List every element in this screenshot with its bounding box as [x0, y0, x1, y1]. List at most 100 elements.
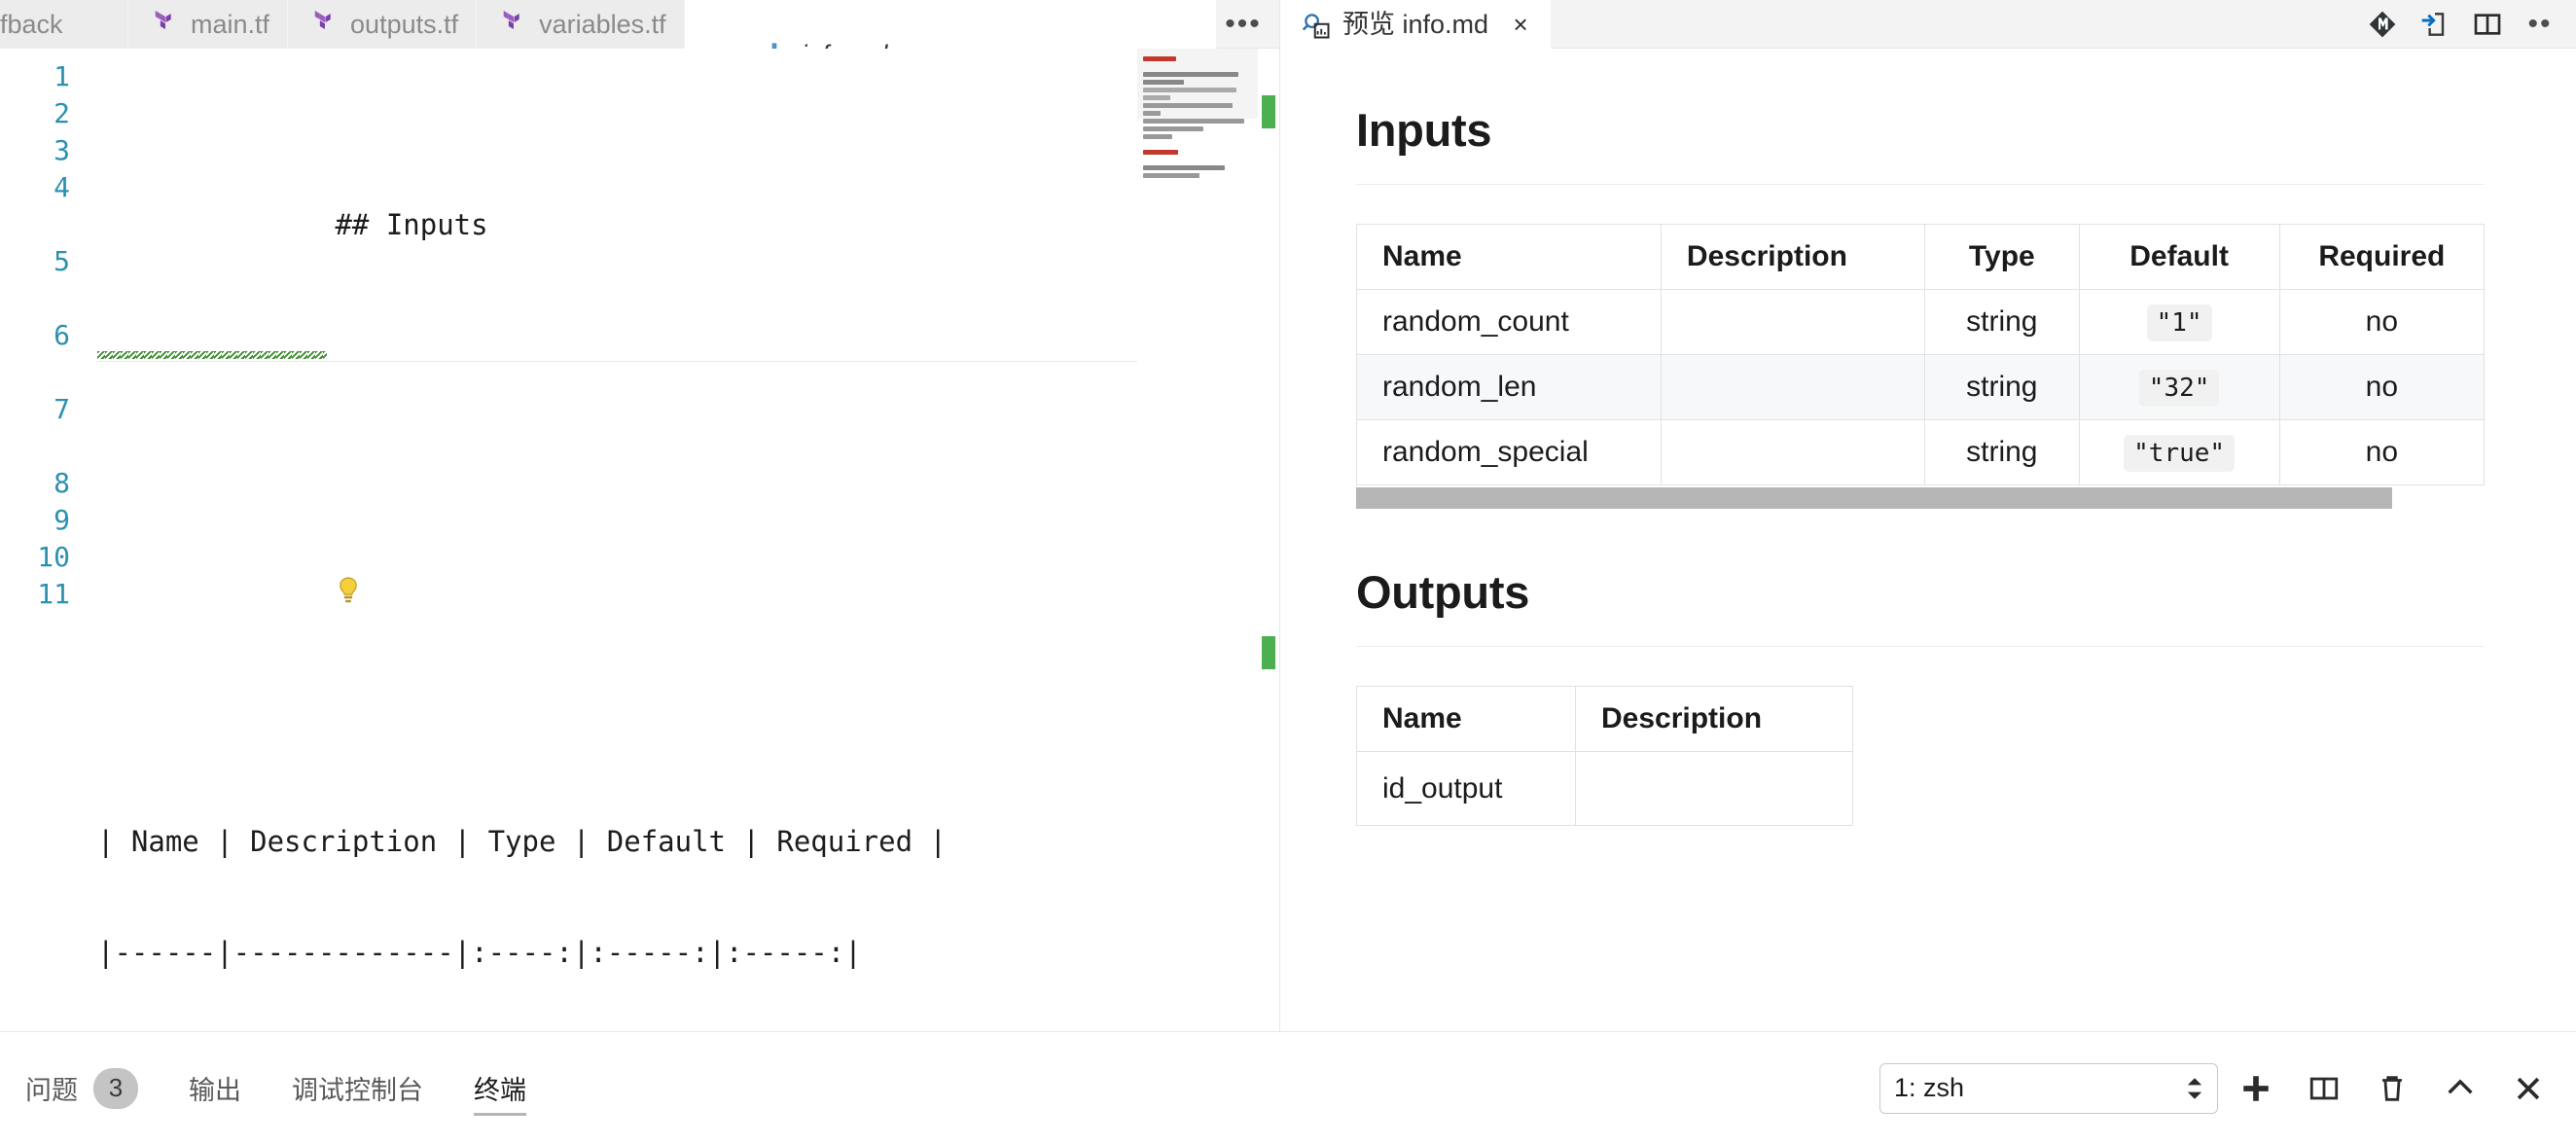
editor-area: fback main.tf outputs.tf variables.tf in… — [0, 0, 2576, 1031]
cell-name: random_special — [1356, 419, 1662, 485]
inputs-table: Name Description Type Default Required r… — [1356, 224, 2485, 485]
close-panel-icon[interactable] — [2498, 1058, 2558, 1119]
minimap-content — [1143, 56, 1248, 181]
editor-vertical-scrollbar[interactable] — [1258, 49, 1279, 1031]
column-header-type: Type — [1924, 224, 2080, 290]
editor-group-left: fback main.tf outputs.tf variables.tf in… — [0, 0, 1280, 1031]
inline-code: "1" — [2146, 304, 2212, 341]
code-line-heading-inputs: ## Inputs — [97, 169, 1137, 362]
column-header-name: Name — [1356, 224, 1662, 290]
terminal-select[interactable]: 1: zsh — [1879, 1062, 2218, 1114]
column-header-description: Description — [1575, 686, 1853, 752]
line-number: 4 — [54, 171, 70, 203]
new-terminal-icon[interactable] — [2226, 1058, 2286, 1119]
editor-tabbar: fback main.tf outputs.tf variables.tf in… — [0, 0, 1279, 54]
editor-decoration-marker — [1262, 636, 1275, 669]
cell-description — [1575, 751, 1853, 826]
minimap[interactable] — [1137, 49, 1258, 1031]
tab-fback[interactable]: fback — [0, 0, 128, 49]
panel-tab-problems[interactable]: 问题 3 — [0, 1032, 163, 1144]
open-to-the-side-icon[interactable] — [2409, 0, 2461, 49]
panel-tab-label: 调试控制台 — [292, 1076, 423, 1105]
code-lines[interactable]: ## Inputs | Name | Description | Type | … — [84, 49, 1137, 1031]
lightbulb-quickfix-icon[interactable] — [335, 502, 362, 603]
minimap-line — [1143, 134, 1172, 139]
line-number: 8 — [54, 467, 70, 499]
tab-preview-info-md[interactable]: 预览 info.md × — [1280, 0, 1553, 49]
tab-outputs-tf[interactable]: outputs.tf — [288, 0, 478, 49]
inline-code: "32" — [2138, 370, 2220, 407]
table-row: random_count string "1" no — [1356, 289, 2485, 355]
cell-default: "1" — [2078, 289, 2280, 355]
column-header-name: Name — [1356, 686, 1576, 752]
markdown-source-icon[interactable] — [2356, 0, 2409, 49]
minimap-line — [1143, 126, 1203, 131]
preview-icon — [1302, 11, 1330, 39]
cell-name: random_count — [1356, 289, 1662, 355]
tab-variables-tf[interactable]: variables.tf — [477, 0, 685, 49]
cell-required: no — [2278, 419, 2485, 485]
table-row: random_special string "true" no — [1356, 419, 2485, 485]
preview-heading-inputs: Inputs — [1356, 104, 1492, 156]
minimap-line — [1143, 88, 1236, 92]
heading-rule — [97, 361, 1137, 362]
outputs-table: Name Description id_output — [1356, 686, 1853, 826]
tab-label: fback — [0, 9, 63, 39]
inputs-table-horizontal-scrollbar[interactable] — [1356, 487, 2392, 509]
tab-label: main.tf — [191, 9, 270, 39]
close-icon[interactable]: × — [1508, 12, 1533, 37]
panel-tab-label: 终端 — [474, 1076, 526, 1105]
kill-terminal-icon[interactable] — [2362, 1058, 2422, 1119]
column-header-default: Default — [2078, 224, 2280, 290]
tab-info-md[interactable]: info.md × — [684, 0, 1217, 54]
maximize-panel-icon[interactable] — [2430, 1058, 2490, 1119]
inputs-table-scroll[interactable]: Name Description Type Default Required r… — [1356, 224, 2485, 485]
minimap-line — [1143, 95, 1170, 100]
table-header-row: Name Description Type Default Required — [1356, 224, 2485, 290]
bottom-panel: 问题 3 输出 调试控制台 终端 1: zsh — [0, 1031, 2576, 1144]
editor-body: 1 2 3 4 5 6 7 8 9 10 11 ## Inputs | Name… — [0, 49, 1279, 1031]
preview-heading-outputs: Outputs — [1356, 566, 1530, 618]
terraform-icon — [498, 11, 525, 38]
heading-rule — [1356, 184, 2485, 185]
terraform-icon — [309, 11, 337, 38]
cell-type: string — [1924, 289, 2080, 355]
panel-tab-debug-console[interactable]: 调试控制台 — [267, 1032, 448, 1144]
more-actions-icon[interactable]: ••• — [1217, 0, 1270, 49]
cell-name: id_output — [1356, 751, 1576, 826]
editor-decoration-marker — [1262, 95, 1275, 128]
line-number: 2 — [54, 97, 70, 129]
terminal-select-value: 1: zsh — [1894, 1073, 1965, 1102]
cell-type: string — [1924, 419, 2080, 485]
cell-default: "32" — [2078, 354, 2280, 420]
code-editor[interactable]: 1 2 3 4 5 6 7 8 9 10 11 ## Inputs | Name… — [0, 49, 1279, 1031]
minimap-line — [1143, 165, 1225, 170]
cell-default: "true" — [2078, 419, 2280, 485]
markdown-preview[interactable]: Inputs Name Description Type Default Req… — [1280, 49, 2576, 1031]
split-terminal-icon[interactable] — [2294, 1058, 2354, 1119]
line-number: 10 — [37, 541, 70, 573]
cell-description — [1660, 419, 1926, 485]
problems-count-badge: 3 — [93, 1067, 138, 1109]
tab-label: outputs.tf — [350, 9, 459, 39]
panel-tab-terminal[interactable]: 终端 — [448, 1032, 552, 1144]
column-header-required: Required — [2278, 224, 2485, 290]
line-number: 6 — [54, 319, 70, 351]
line-number: 7 — [54, 393, 70, 425]
table-row: random_len string "32" no — [1356, 354, 2485, 420]
minimap-line — [1143, 56, 1176, 61]
more-actions-icon[interactable]: •• — [2514, 0, 2566, 49]
panel-tab-label: 输出 — [189, 1076, 241, 1105]
code-line-table-separator: |------|-------------|:----:|:-----:|:--… — [97, 936, 862, 969]
tab-main-tf[interactable]: main.tf — [128, 0, 289, 49]
line-number: 3 — [54, 134, 70, 166]
cell-name: random_len — [1356, 354, 1662, 420]
markdown-heading-text: ## Inputs — [335, 208, 488, 241]
minimap-line — [1143, 119, 1244, 124]
panel-tab-output[interactable]: 输出 — [163, 1032, 267, 1144]
tab-label: variables.tf — [539, 9, 666, 39]
editor-tabbar-actions: ••• — [1217, 0, 1279, 48]
preview-tabbar-actions: •• — [2356, 0, 2576, 48]
split-editor-icon[interactable] — [2461, 0, 2514, 49]
code-line-table-header: | Name | Description | Type | Default | … — [97, 825, 947, 858]
